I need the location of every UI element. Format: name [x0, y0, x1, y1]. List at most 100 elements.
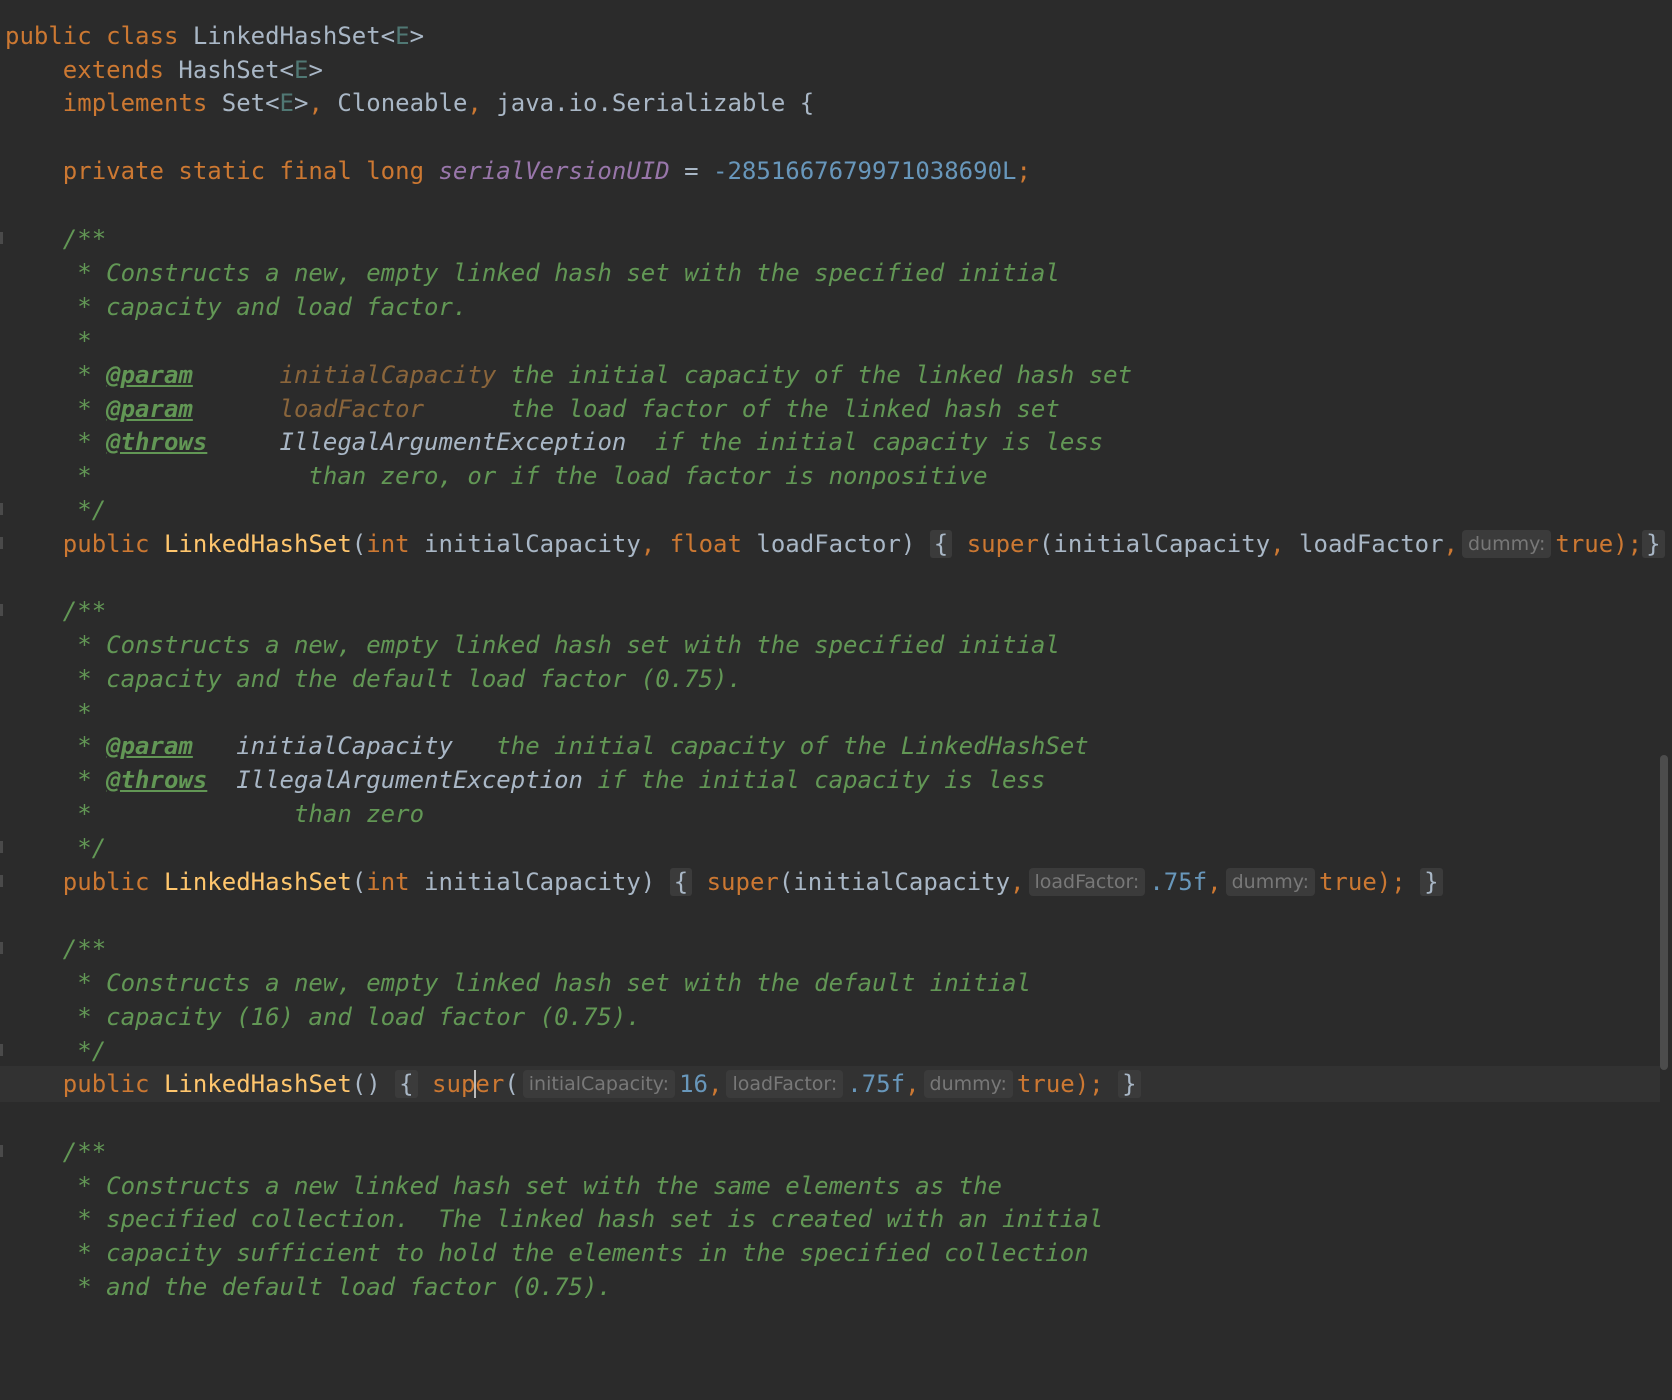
code-line[interactable]: private static final long serialVersionU… [0, 153, 1660, 189]
code-text: initialCapacity) [409, 868, 656, 896]
param-name: loadFactor [192, 395, 425, 423]
comment-line[interactable]: * and the default load factor (0.75). [0, 1269, 1660, 1305]
comment-line[interactable]: * @throws IllegalArgumentException if th… [0, 762, 1660, 798]
comment-line[interactable]: * @throws IllegalArgumentException if th… [0, 424, 1660, 460]
keyword: super [692, 868, 779, 896]
comment-line[interactable]: */ [0, 492, 1660, 528]
code-editor[interactable]: public class LinkedHashSet<E> extends Ha… [0, 0, 1672, 1400]
comment-text: * [62, 732, 107, 760]
fold-brace[interactable]: { [929, 530, 953, 558]
number-literal: -2851667679971038690L [713, 157, 1017, 185]
code-text: > [308, 56, 323, 84]
fold-brace[interactable]: } [1642, 530, 1665, 558]
code-text: (initialCapacity [1038, 530, 1271, 558]
comment-line[interactable]: * than zero [0, 796, 1660, 832]
punct: , [308, 89, 323, 117]
comment-line[interactable]: * Constructs a new, empty linked hash se… [0, 965, 1660, 1001]
comment-text: * Constructs a new linked hash set with … [62, 1172, 1002, 1200]
number-literal: 16 [679, 1070, 708, 1098]
comment-text: if the initial capacity is less [626, 428, 1104, 456]
comment-line[interactable]: * Constructs a new, empty linked hash se… [0, 255, 1660, 291]
param-name: initialCapacity [192, 361, 497, 389]
comment-text: /** [62, 1138, 107, 1166]
comment-line[interactable]: * capacity and load factor. [0, 289, 1660, 325]
punct: ; [1016, 157, 1031, 185]
code-text: initialCapacity [409, 530, 641, 558]
param-name: initialCapacity [192, 732, 453, 760]
method-name: LinkedHashSet [149, 1070, 352, 1098]
code-text: loadFactor [1284, 530, 1444, 558]
comment-line[interactable]: */ [0, 830, 1660, 866]
code-line[interactable]: implements Set<E>, Cloneable, java.io.Se… [0, 85, 1660, 121]
fold-brace[interactable]: { [395, 1070, 418, 1098]
comment-text: * [62, 361, 107, 389]
comment-text: * [62, 699, 92, 727]
keyword: public [62, 868, 150, 896]
code-text: loadFactor) [741, 530, 916, 558]
comment-line[interactable]: * @param loadFactor the load factor of t… [0, 391, 1660, 427]
keyword: er [475, 1070, 505, 1098]
fold-brace[interactable]: } [1118, 1070, 1141, 1098]
exception-ref: IllegalArgumentException [207, 766, 583, 794]
comment-line[interactable]: */ [0, 1033, 1660, 1069]
parameter-hint: dummy: [1462, 530, 1552, 558]
number-literal: .75f [1149, 868, 1208, 896]
keyword: public [62, 530, 150, 558]
javadoc-tag: @param [106, 395, 193, 423]
comment-line[interactable]: * capacity (16) and load factor (0.75). [0, 999, 1660, 1035]
code-text: ( [504, 1070, 519, 1098]
keyword: implements [62, 89, 208, 117]
parameter-hint: loadFactor: [1028, 868, 1146, 896]
code-line[interactable]: public LinkedHashSet(int initialCapacity… [0, 526, 1665, 562]
code-text: = [669, 157, 714, 185]
keyword: public class [5, 22, 179, 50]
fold-brace[interactable]: { [669, 868, 693, 896]
comment-text: * [62, 766, 107, 794]
code-text: Cloneable [322, 89, 468, 117]
code-line[interactable]: public class LinkedHashSet<E> [0, 18, 1660, 54]
comment-line[interactable]: * than zero, or if the load factor is no… [0, 458, 1660, 494]
fold-brace[interactable]: } [1420, 868, 1443, 896]
code-text: ); [1376, 868, 1406, 896]
type-param: E [395, 22, 410, 50]
code-text: > [409, 22, 425, 50]
comment-line[interactable]: /** [0, 221, 1660, 257]
punct: , [1010, 868, 1025, 896]
comment-line[interactable]: * @param initialCapacity the initial cap… [0, 728, 1660, 764]
comment-line[interactable]: * [0, 695, 1660, 731]
comment-text: if the initial capacity is less [583, 766, 1046, 794]
comment-text: * Constructs a new, empty linked hash se… [62, 259, 1060, 287]
keyword: true [1016, 1070, 1075, 1098]
javadoc-tag: @throws [106, 428, 208, 456]
comment-text: * [62, 428, 107, 456]
comment-line[interactable]: * capacity sufficient to hold the elemen… [0, 1235, 1660, 1271]
comment-text: * capacity (16) and load factor (0.75). [62, 1003, 641, 1031]
comment-text: */ [62, 834, 107, 862]
comment-line[interactable]: /** [0, 1134, 1660, 1170]
code-text: (initialCapacity [778, 868, 1011, 896]
keyword: true [1318, 868, 1377, 896]
punct: , [467, 89, 482, 117]
comment-line[interactable]: * @param initialCapacity the initial cap… [0, 357, 1660, 393]
code-line[interactable]: extends HashSet<E> [0, 52, 1660, 88]
comment-text: /** [62, 225, 107, 253]
comment-line[interactable]: /** [0, 931, 1660, 967]
current-code-line[interactable]: public LinkedHashSet() { super(initialCa… [0, 1066, 1660, 1102]
comment-line[interactable]: * [0, 323, 1660, 359]
code-text: ( [351, 530, 367, 558]
method-name: LinkedHashSet [149, 868, 352, 896]
comment-text: * [62, 395, 107, 423]
code-text: ); [1613, 530, 1643, 558]
vertical-scrollbar[interactable] [1660, 755, 1668, 1070]
comment-text: * capacity sufficient to hold the elemen… [62, 1239, 1089, 1267]
code-line[interactable]: public LinkedHashSet(int initialCapacity… [0, 864, 1660, 900]
comment-text: * specified collection. The linked hash … [62, 1205, 1104, 1233]
comment-line[interactable]: * capacity and the default load factor (… [0, 661, 1660, 697]
comment-line[interactable]: * Constructs a new linked hash set with … [0, 1168, 1660, 1204]
comment-line[interactable]: * Constructs a new, empty linked hash se… [0, 627, 1660, 663]
comment-text: the initial capacity of the LinkedHashSe… [452, 732, 1089, 760]
comment-line[interactable]: /** [0, 593, 1660, 629]
comment-line[interactable]: * specified collection. The linked hash … [0, 1201, 1660, 1237]
comment-text: * than zero, or if the load factor is no… [62, 462, 988, 490]
keyword: private static final long [62, 157, 425, 185]
